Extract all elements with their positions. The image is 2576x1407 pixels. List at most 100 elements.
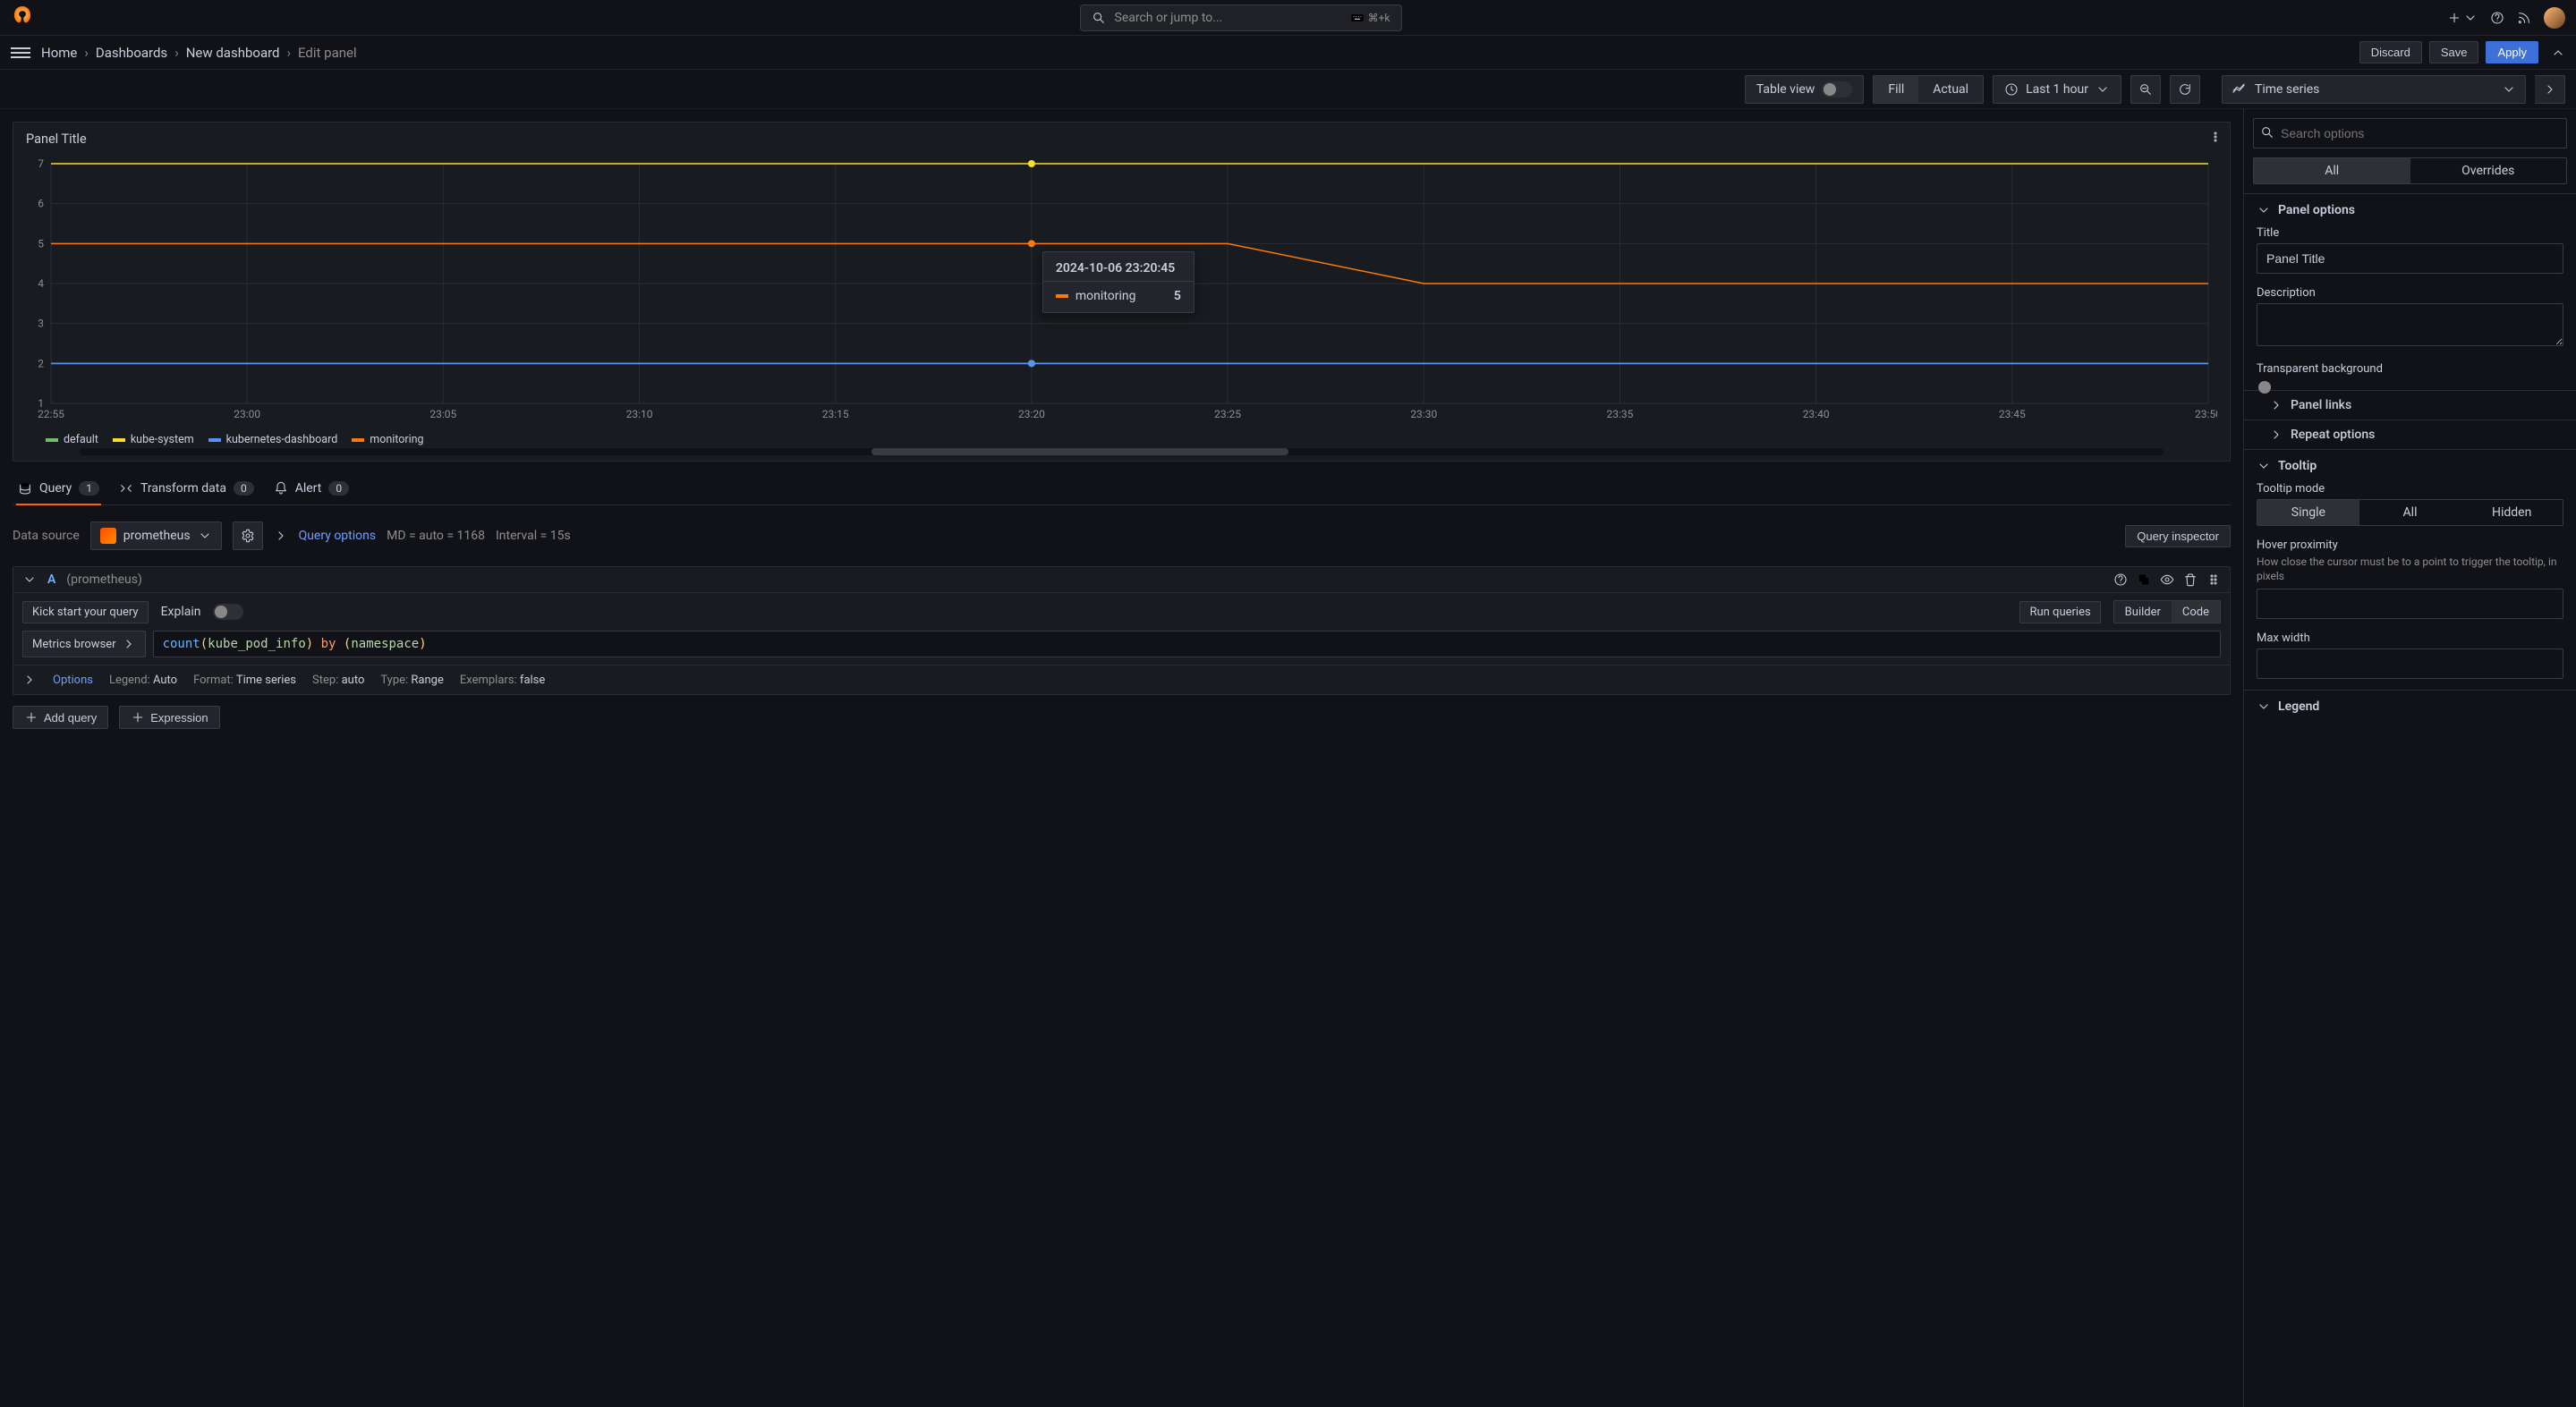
main-split: Panel Title 123456722:5523:0023:0523:102… [0, 109, 2576, 1407]
chevron-right-icon[interactable] [274, 529, 288, 543]
metrics-browser-button[interactable]: Metrics browser [22, 631, 146, 657]
promql-input[interactable]: count(kube_pod_info) by (namespace) [153, 631, 2221, 657]
chevron-down-icon [2463, 11, 2478, 25]
query-options-row: Options Legend: Auto Format: Time series… [13, 665, 2230, 694]
kick-start-button[interactable]: Kick start your query [22, 601, 149, 623]
datasource-picker[interactable]: prometheus [90, 521, 222, 550]
time-range-label: Last 1 hour [2026, 82, 2088, 97]
builder-option[interactable]: Builder [2114, 601, 2172, 623]
grafana-logo[interactable] [11, 4, 34, 31]
trash-icon[interactable] [2183, 572, 2198, 587]
search-icon [2260, 125, 2274, 140]
all-overrides-segmented: All Overrides [2253, 157, 2567, 184]
tooltip-mode-all[interactable]: All [2359, 500, 2461, 525]
chevron-down-icon [2502, 82, 2516, 97]
hover-proximity-input[interactable] [2257, 589, 2563, 619]
description-input[interactable] [2257, 303, 2563, 346]
chevron-right-icon [2543, 82, 2557, 97]
tooltip-mode-hidden[interactable]: Hidden [2461, 500, 2563, 525]
eye-icon[interactable] [2160, 572, 2174, 587]
section-panel-links[interactable]: Panel links [2244, 390, 2576, 420]
gear-icon [241, 529, 255, 543]
time-series-icon [2232, 82, 2246, 97]
tab-transform[interactable]: Transform data 0 [117, 472, 256, 504]
query-inspector-button[interactable]: Query inspector [2125, 525, 2231, 547]
table-view-switch[interactable] [1822, 81, 1852, 97]
discard-button[interactable]: Discard [2359, 41, 2422, 64]
tab-query[interactable]: Query 1 [16, 472, 101, 504]
query-toolbar: Kick start your query Explain Run querie… [13, 593, 2230, 631]
actual-option[interactable]: Actual [1918, 76, 1983, 103]
code-option[interactable]: Code [2172, 601, 2220, 623]
add-query-button[interactable]: Add query [13, 706, 108, 729]
table-view-toggle[interactable]: Table view [1745, 75, 1865, 104]
legend-item[interactable]: monitoring [352, 433, 423, 446]
chevron-up-icon[interactable] [2551, 46, 2565, 60]
legend-item[interactable]: default [46, 433, 98, 446]
code-row: Metrics browser count(kube_pod_info) by … [13, 631, 2230, 665]
datasource-settings[interactable] [233, 521, 263, 550]
legend-swatch [46, 438, 58, 442]
section-legend[interactable]: Legend [2244, 690, 2576, 723]
transform-count-badge: 0 [234, 481, 254, 496]
options-label[interactable]: Options [53, 674, 93, 687]
chevron-right-icon[interactable] [22, 673, 37, 687]
run-queries-button[interactable]: Run queries [2019, 601, 2100, 623]
overrides-option[interactable]: Overrides [2410, 158, 2567, 183]
svg-text:23:25: 23:25 [1214, 408, 1241, 420]
panel-menu-button[interactable] [2208, 130, 2223, 144]
query-options-link[interactable]: Query options [299, 529, 377, 543]
section-panel-options[interactable]: Panel options [2244, 193, 2576, 226]
search-icon [1092, 11, 1106, 25]
menu-toggle[interactable] [11, 47, 30, 58]
explain-switch[interactable] [213, 604, 243, 620]
prometheus-icon [100, 528, 116, 544]
global-search[interactable]: Search or jump to... ⌘+k [1080, 4, 1402, 31]
legend-item[interactable]: kube-system [113, 433, 194, 446]
title-input[interactable] [2257, 243, 2563, 274]
save-button[interactable]: Save [2429, 41, 2479, 64]
all-option[interactable]: All [2254, 158, 2410, 183]
crumb-new-dashboard[interactable]: New dashboard [186, 45, 280, 61]
query-ds-hint: (prometheus) [66, 572, 141, 587]
section-tooltip[interactable]: Tooltip [2244, 449, 2576, 482]
breadcrumb: Home › Dashboards › New dashboard › Edit… [41, 45, 357, 61]
zoom-out-button[interactable] [2130, 75, 2161, 104]
chevron-down-icon[interactable] [22, 572, 37, 587]
section-repeat-options[interactable]: Repeat options [2244, 420, 2576, 449]
crumb-home[interactable]: Home [41, 45, 77, 61]
legend-item[interactable]: kubernetes-dashboard [208, 433, 338, 446]
apply-button[interactable]: Apply [2486, 41, 2538, 64]
svg-text:23:35: 23:35 [1607, 408, 1634, 420]
kebab-icon [2208, 130, 2223, 144]
help-icon[interactable] [2490, 11, 2504, 25]
copy-icon[interactable] [2137, 572, 2151, 587]
transform-icon [119, 481, 133, 496]
fill-option[interactable]: Fill [1874, 76, 1918, 103]
rss-icon[interactable] [2517, 11, 2531, 25]
chart-legend: default kube-system kubernetes-dashboard mo… [26, 429, 2217, 446]
drag-handle-icon[interactable] [2206, 572, 2221, 587]
tab-alert[interactable]: Alert 0 [272, 472, 351, 504]
help-icon[interactable] [2113, 572, 2128, 587]
crumb-dashboards[interactable]: Dashboards [96, 45, 167, 61]
builder-code-segmented: Builder Code [2113, 600, 2221, 623]
add-menu[interactable] [2447, 11, 2478, 25]
svg-text:23:15: 23:15 [822, 408, 849, 420]
title-label: Title [2257, 226, 2563, 240]
options-search-input[interactable] [2253, 118, 2567, 148]
tooltip-value: 5 [1174, 289, 1181, 303]
avatar[interactable] [2544, 7, 2565, 29]
max-width-input[interactable] [2257, 648, 2563, 679]
svg-text:2: 2 [38, 357, 44, 369]
tooltip-mode-single[interactable]: Single [2257, 500, 2359, 525]
expression-button[interactable]: Expression [119, 706, 219, 729]
chart-area[interactable]: 123456722:5523:0023:0523:1023:1523:2023:… [26, 152, 2217, 429]
time-range-picker[interactable]: Last 1 hour [1993, 75, 2121, 104]
chart-scroll-hint[interactable] [80, 448, 2164, 455]
max-width-label: Max width [2257, 631, 2563, 645]
visualization-picker[interactable]: Time series [2222, 75, 2526, 104]
refresh-icon [2178, 82, 2192, 97]
refresh-button[interactable] [2170, 75, 2200, 104]
collapse-options-button[interactable] [2535, 75, 2565, 104]
